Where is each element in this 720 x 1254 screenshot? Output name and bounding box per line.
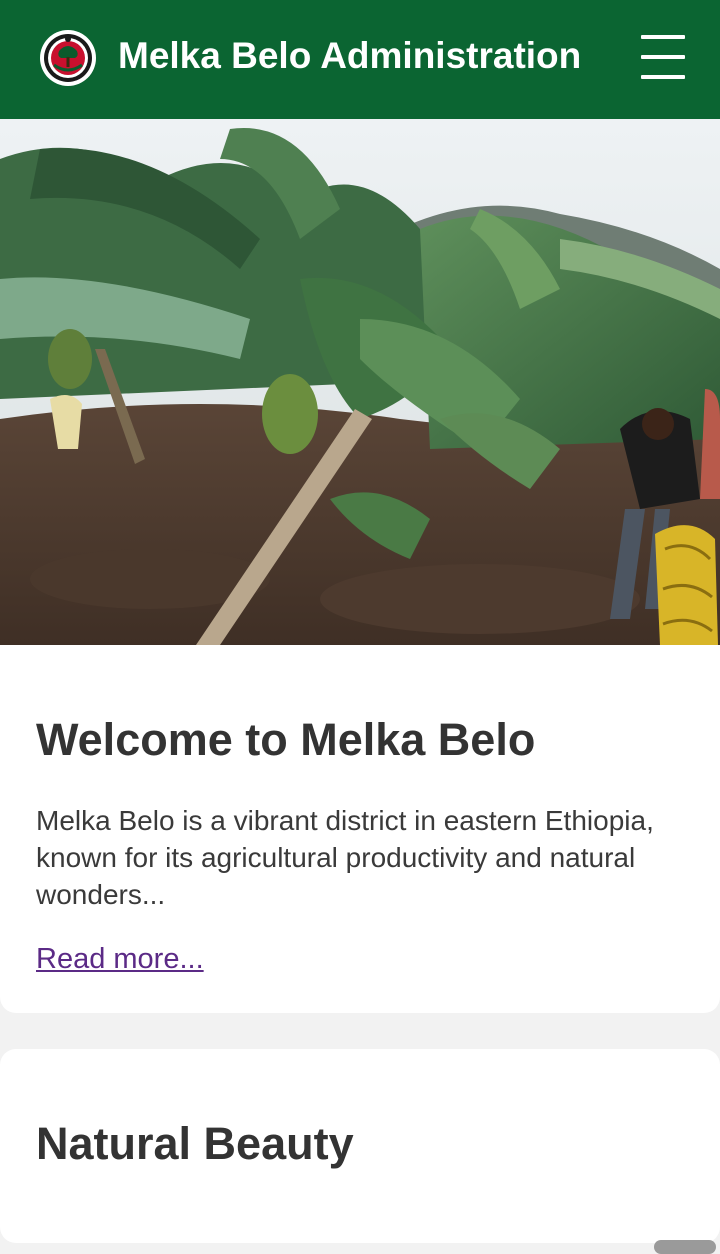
oromia-emblem-icon[interactable] bbox=[39, 29, 97, 87]
welcome-heading: Welcome to Melka Belo bbox=[36, 714, 536, 765]
banana-plantation-photo bbox=[0, 119, 720, 645]
hero-image bbox=[0, 119, 720, 645]
scroll-handle[interactable] bbox=[654, 1240, 716, 1254]
read-more-link[interactable]: Read more... bbox=[36, 940, 204, 978]
hamburger-menu-icon bbox=[641, 35, 685, 39]
top-app-bar: Melka Belo Administration bbox=[0, 0, 720, 119]
site-title: Melka Belo Administration bbox=[118, 35, 582, 76]
menu-button[interactable] bbox=[636, 30, 690, 84]
natural-beauty-heading: Natural Beauty bbox=[36, 1118, 354, 1169]
welcome-intro-text: Melka Belo is a vibrant district in east… bbox=[36, 805, 654, 910]
